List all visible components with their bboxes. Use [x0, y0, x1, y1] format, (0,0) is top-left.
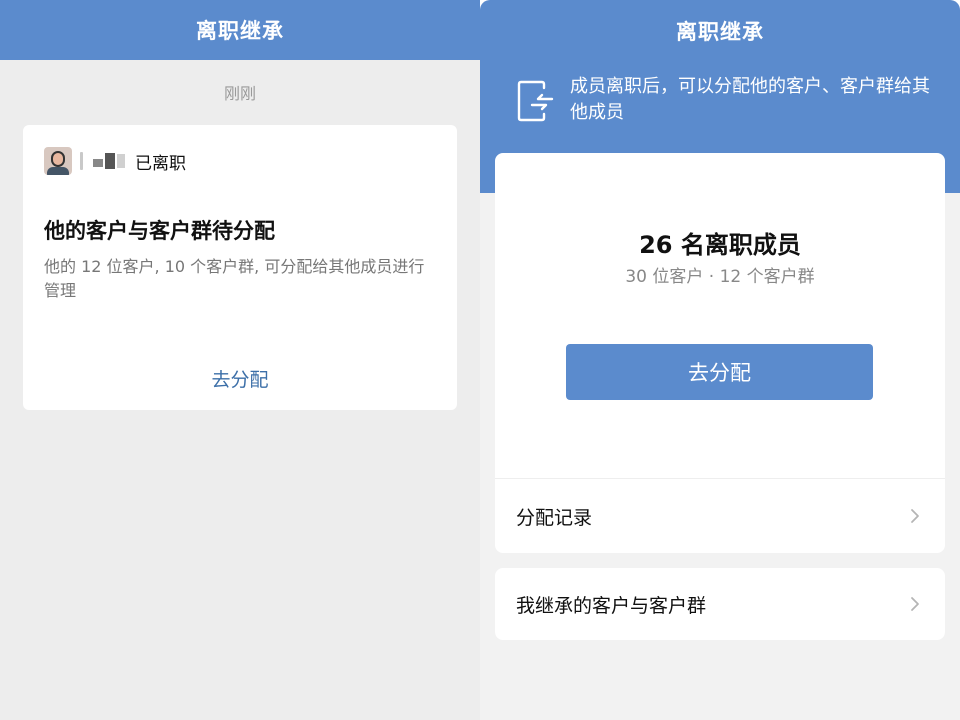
right-page-title: 离职继承 — [676, 20, 764, 44]
assign-link[interactable]: 去分配 — [23, 365, 457, 392]
notification-card[interactable]: 已离职 他的客户与客户群待分配 他的 12 位客户, 10 个客户群, 可分配给… — [23, 125, 457, 410]
right-panel: 离职继承 成员离职后，可以分配他的客户、客户群给其他成员 26 名离职成员 30… — [480, 0, 960, 720]
summary-card: 26 名离职成员 30 位客户 · 12 个客户群 去分配 分配记录 — [495, 153, 945, 553]
departed-members-count: 26 名离职成员 — [639, 231, 801, 259]
assignment-records-label: 分配记录 — [516, 506, 593, 529]
left-panel: 离职继承 刚刚 已离职 他的客户与客户群待分配 他的 12 位客户, 10 个客… — [0, 0, 480, 720]
blurred-username — [80, 152, 125, 170]
left-navbar: 离职继承 — [0, 0, 480, 60]
inherited-customers-row[interactable]: 我继承的客户与客户群 — [495, 568, 945, 640]
avatar[interactable] — [44, 147, 72, 175]
message-timestamp: 刚刚 — [223, 84, 256, 103]
card-heading: 他的客户与客户群待分配 — [44, 219, 275, 243]
inherited-customers-label: 我继承的客户与客户群 — [516, 594, 707, 617]
assign-button-label: 去分配 — [688, 361, 751, 385]
chevron-right-icon — [911, 509, 919, 523]
status-label: 已离职 — [135, 153, 186, 174]
card-description: 他的 12 位客户, 10 个客户群, 可分配给其他成员进行管理 — [44, 257, 425, 300]
right-navbar: 离职继承 — [480, 0, 960, 62]
left-page-title: 离职继承 — [196, 19, 284, 43]
chevron-right-icon — [911, 597, 919, 611]
user-row: 已离职 — [44, 147, 186, 175]
exit-arrow-icon — [517, 80, 554, 122]
customers-summary: 30 位客户 · 12 个客户群 — [625, 267, 815, 287]
divider — [495, 478, 945, 479]
assignment-records-row[interactable]: 分配记录 — [495, 480, 945, 552]
assign-button[interactable]: 去分配 — [566, 344, 873, 400]
info-description: 成员离职后，可以分配他的客户、客户群给其他成员 — [570, 76, 930, 123]
inherited-card: 我继承的客户与客户群 — [495, 568, 945, 640]
